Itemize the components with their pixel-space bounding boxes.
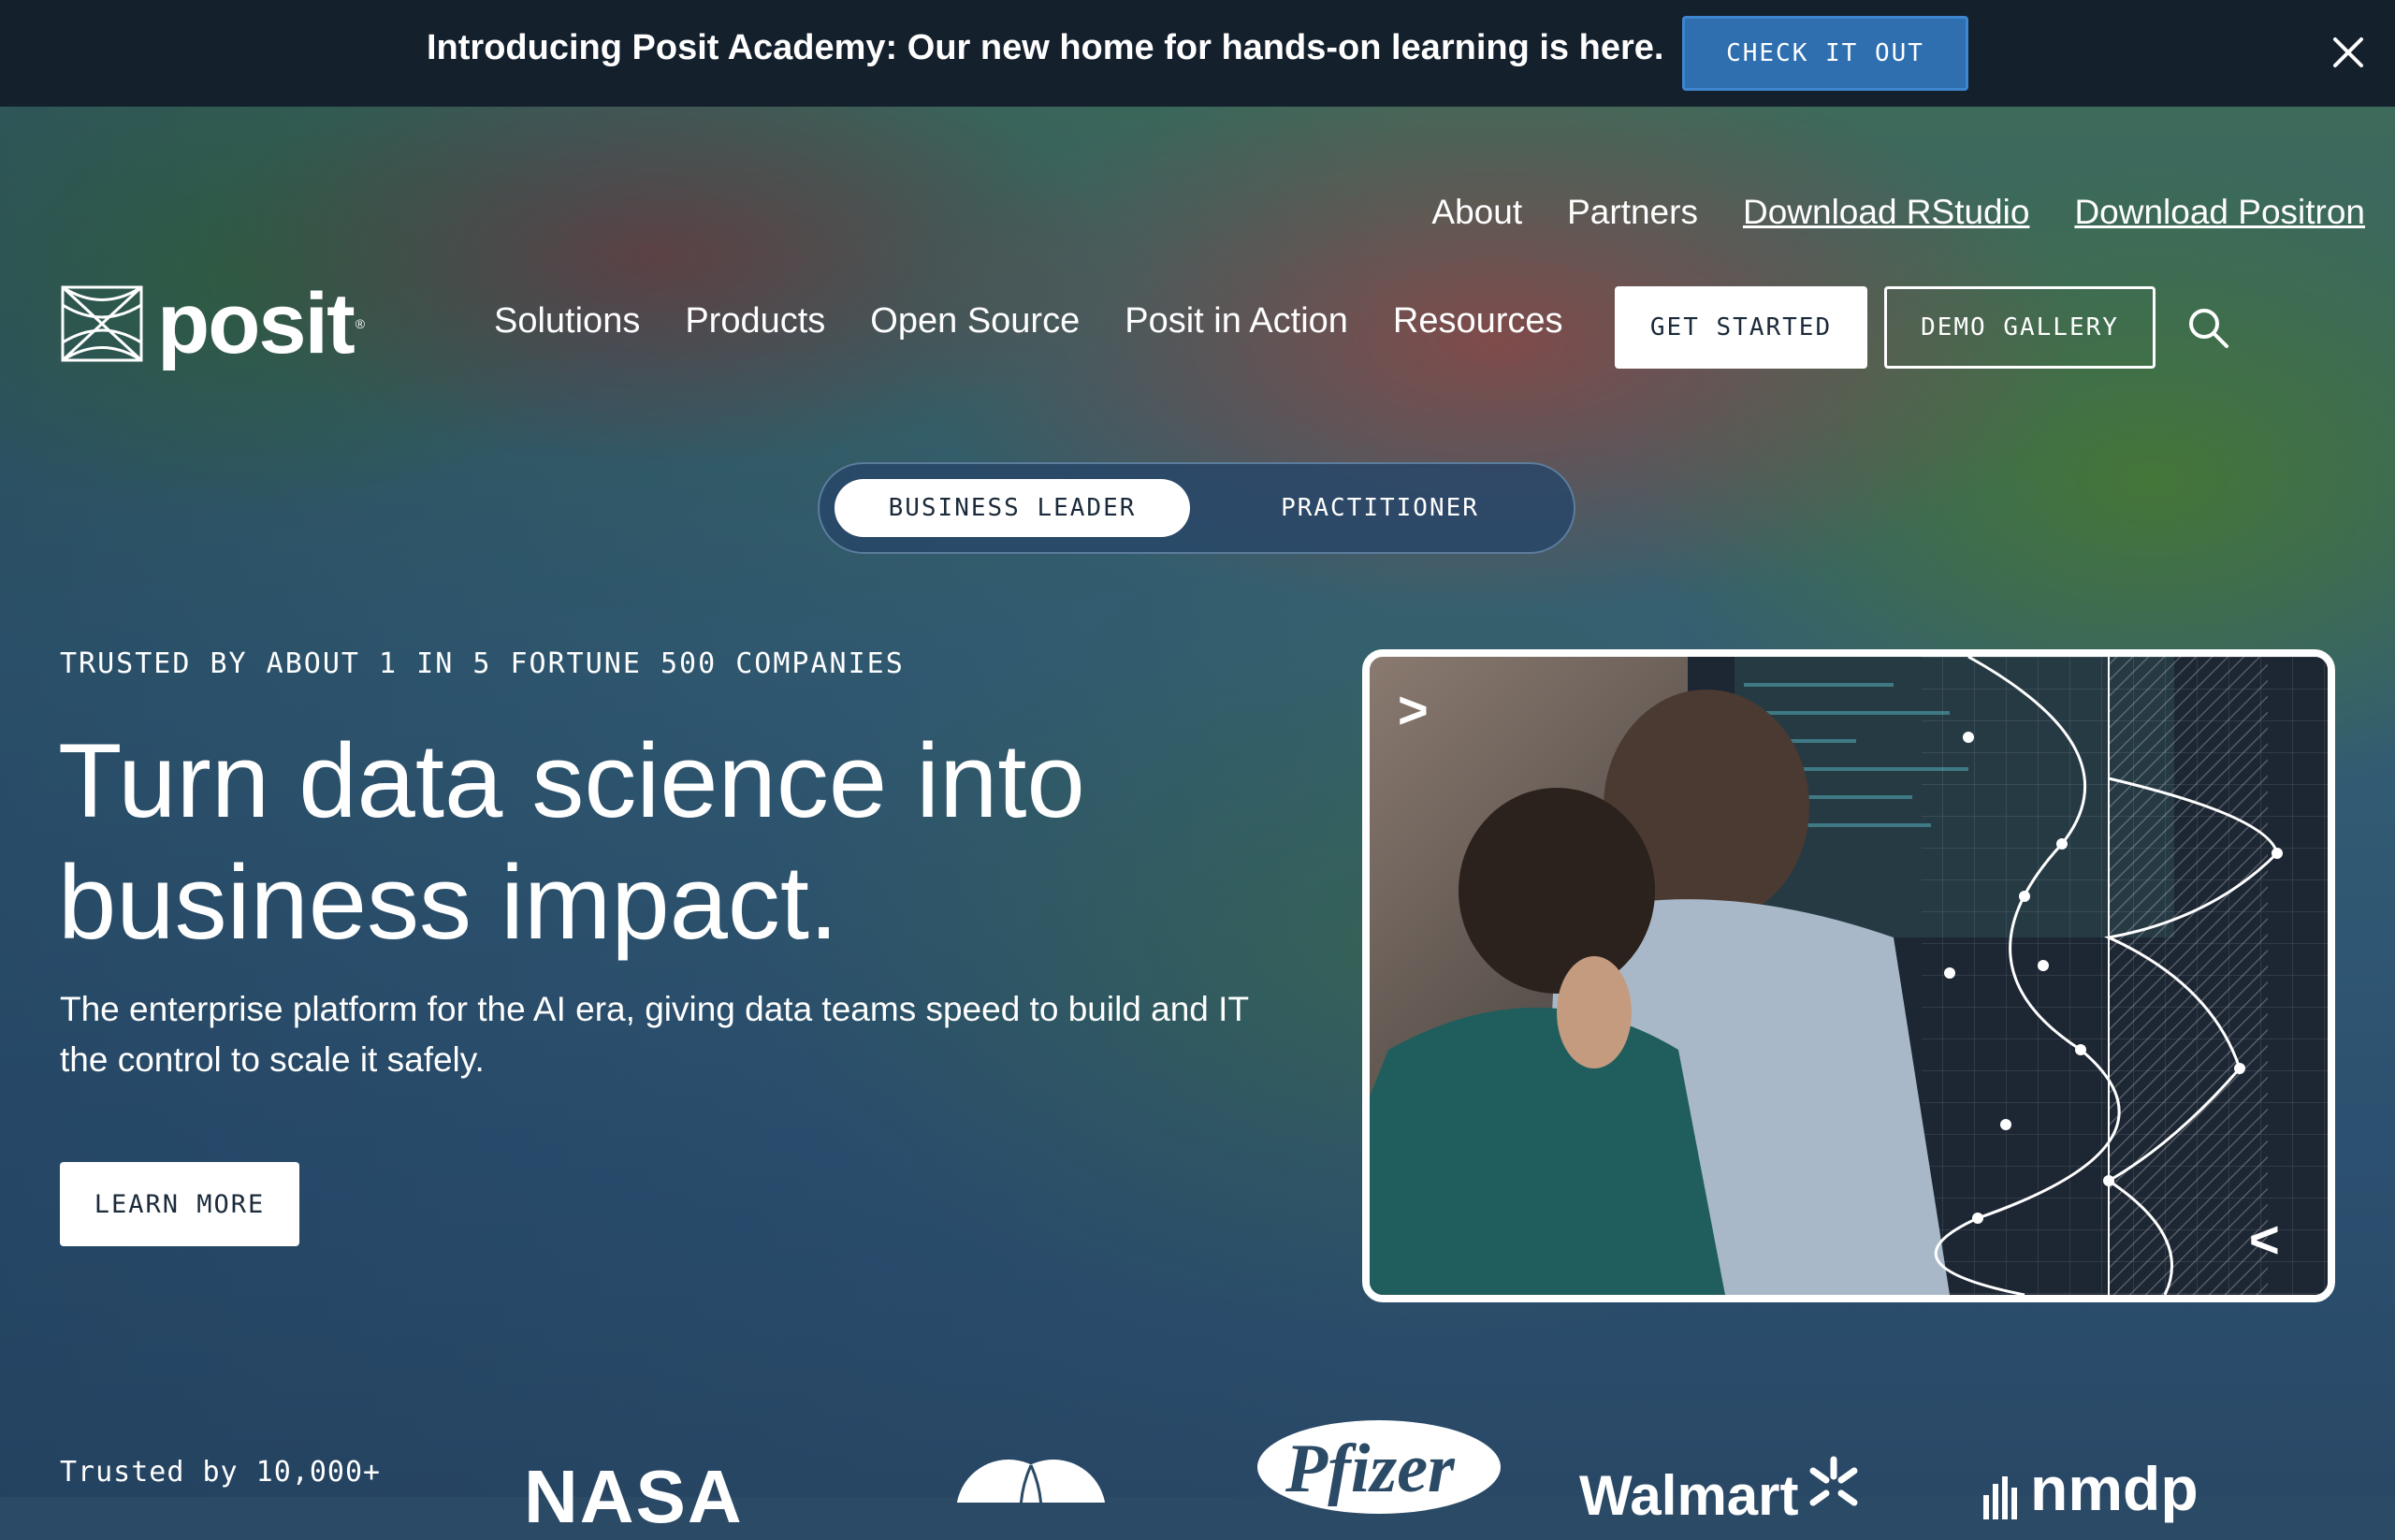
nav-item-products[interactable]: Products: [685, 301, 825, 341]
learn-more-button[interactable]: LEARN MORE: [60, 1162, 299, 1246]
logo-nasa: NASA: [524, 1455, 744, 1538]
hero-eyebrow: TRUSTED BY ABOUT 1 IN 5 FORTUNE 500 COMP…: [60, 647, 905, 680]
nav-link-about[interactable]: About: [1431, 193, 1522, 232]
audience-toggle: BUSINESS LEADER PRACTITIONER: [818, 462, 1575, 554]
nav-link-partners[interactable]: Partners: [1567, 193, 1698, 232]
logo-walmart: Walmart: [1579, 1464, 1799, 1527]
search-icon[interactable]: [2185, 305, 2230, 350]
registered-mark: ®: [355, 316, 366, 331]
announcement-text: Introducing Posit Academy: Our new home …: [427, 28, 1664, 67]
trusted-by-label: Trusted by 10,000+: [60, 1456, 382, 1489]
toggle-practitioner[interactable]: PRACTITIONER: [1198, 479, 1562, 537]
nav-item-open-source[interactable]: Open Source: [870, 301, 1080, 341]
hero-headline: Turn data science into business impact.: [58, 722, 1085, 961]
logo-nmdp: nmdp: [2030, 1454, 2199, 1523]
hero-subtitle: The enterprise platform for the AI era, …: [60, 990, 1249, 1079]
brand-name: posit: [157, 276, 356, 371]
close-icon[interactable]: [2330, 34, 2367, 71]
nav-item-posit-in-action[interactable]: Posit in Action: [1125, 301, 1348, 341]
posit-mark-icon: [61, 285, 143, 362]
download-rstudio-link[interactable]: Download RStudio: [1743, 193, 2029, 232]
check-it-out-button[interactable]: CHECK IT OUT: [1682, 16, 1968, 91]
announcement-bar: Introducing Posit Academy: Our new home …: [0, 0, 2395, 107]
hero-image-card: > <: [1362, 649, 2335, 1302]
toggle-business-leader[interactable]: BUSINESS LEADER: [835, 479, 1190, 537]
nav-item-solutions[interactable]: Solutions: [494, 301, 640, 341]
posit-logo[interactable]: posit ®: [60, 281, 365, 367]
utility-nav: About Partners Download RStudio Download…: [1431, 193, 2365, 232]
customer-logos: NASA Pfizer Walmart nmdp: [524, 1403, 2339, 1538]
get-started-button[interactable]: GET STARTED: [1615, 286, 1867, 369]
nmdp-bars-icon: [1983, 1476, 2017, 1519]
hero-photo: [1370, 657, 2328, 1295]
main-nav: Solutions Products Open Source Posit in …: [494, 301, 1563, 341]
card-corner-glyph-bottom: <: [2249, 1210, 2280, 1269]
download-positron-link[interactable]: Download Positron: [2074, 193, 2365, 232]
walmart-spark-icon: [1809, 1456, 1858, 1506]
card-corner-glyph-top: >: [1398, 680, 1429, 739]
demo-gallery-button[interactable]: DEMO GALLERY: [1884, 286, 2156, 369]
mastercard-logo-icon: [956, 1460, 1106, 1503]
logo-pfizer: Pfizer: [1285, 1431, 1455, 1507]
nav-item-resources[interactable]: Resources: [1393, 301, 1563, 341]
